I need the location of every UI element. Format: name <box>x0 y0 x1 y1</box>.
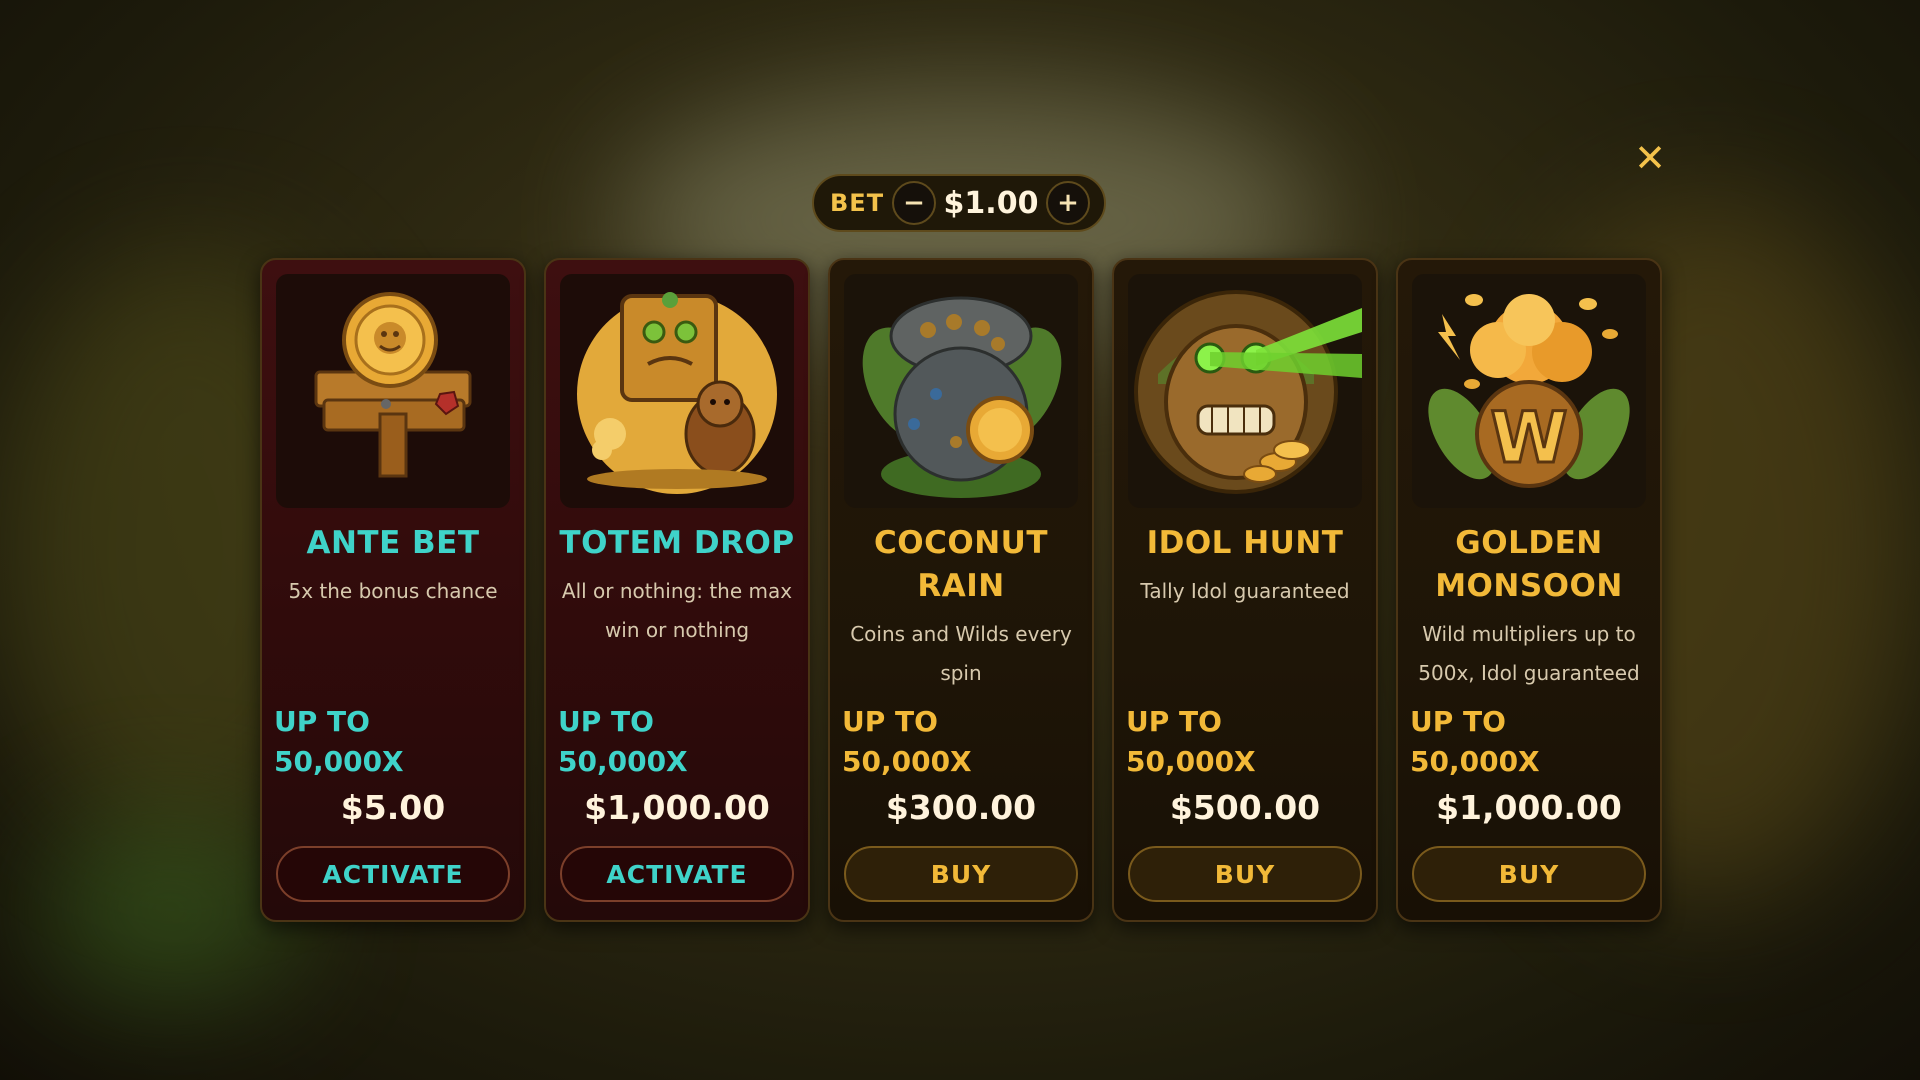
card-description: 5x the bonus chance <box>288 579 498 603</box>
card-max-win: UP TO 50,000X <box>1126 702 1256 782</box>
minus-icon: − <box>903 188 925 218</box>
plus-icon: + <box>1057 188 1079 218</box>
up-to-label: UP TO <box>1410 705 1506 738</box>
card-title-line: GOLDEN <box>1455 525 1603 561</box>
card-title: COCONUT RAIN <box>830 522 1092 608</box>
buy-button[interactable]: BUY <box>1412 846 1646 902</box>
feature-card-idol-hunt: IDOL HUNT Tally Idol guaranteed UP TO 50… <box>1112 258 1378 922</box>
coconut-rain-cloud-icon <box>844 274 1078 508</box>
card-max-win: UP TO 50,000X <box>842 702 972 782</box>
multiplier-value: 50,000X <box>842 745 972 778</box>
idol-laser-eyes-icon <box>1128 274 1362 508</box>
card-title-line: MONSOON <box>1435 568 1623 604</box>
totem-monkey-icon <box>560 274 794 508</box>
card-title-line: COCONUT <box>874 525 1048 561</box>
up-to-label: UP TO <box>558 705 654 738</box>
bet-value: $1.00 <box>943 185 1039 221</box>
multiplier-value: 50,000X <box>1126 745 1256 778</box>
increase-bet-button[interactable]: + <box>1046 181 1090 225</box>
close-icon: ✕ <box>1634 136 1666 180</box>
multiplier-value: 50,000X <box>1410 745 1540 778</box>
card-price: $300.00 <box>885 788 1037 827</box>
multiplier-value: 50,000X <box>274 745 404 778</box>
card-price: $1,000.00 <box>584 788 770 827</box>
card-price: $5.00 <box>340 788 446 827</box>
golden-monsoon-wild-icon: W <box>1412 274 1646 508</box>
feature-card-totem-drop: TOTEM DROP All or nothing: the max win o… <box>544 258 810 922</box>
decrease-bet-button[interactable]: − <box>892 181 936 225</box>
card-description: Wild multipliers up to 500x, Idol guaran… <box>1418 622 1640 685</box>
bet-label: BET <box>830 189 885 217</box>
card-title: GOLDEN MONSOON <box>1398 522 1660 608</box>
close-button[interactable]: ✕ <box>1630 136 1670 180</box>
up-to-label: UP TO <box>842 705 938 738</box>
card-max-win: UP TO 50,000X <box>274 702 404 782</box>
buy-button[interactable]: BUY <box>844 846 1078 902</box>
ante-bet-coin-sign-icon <box>276 274 510 508</box>
card-title: TOTEM DROP <box>559 525 795 561</box>
card-description: Tally Idol guaranteed <box>1140 579 1350 603</box>
card-description: Coins and Wilds every spin <box>850 622 1072 685</box>
multiplier-value: 50,000X <box>558 745 688 778</box>
feature-card-ante-bet: ANTE BET 5x the bonus chance UP TO 50,00… <box>260 258 526 922</box>
svg-text:W: W <box>1490 397 1567 479</box>
card-title: IDOL HUNT <box>1146 525 1344 561</box>
feature-card-golden-monsoon: W GOLDEN MONSOON Wild multipliers up to … <box>1396 258 1662 922</box>
card-title: ANTE BET <box>306 525 480 561</box>
bet-selector: BET − $1.00 + <box>812 174 1106 232</box>
card-price: $1,000.00 <box>1436 788 1622 827</box>
card-max-win: UP TO 50,000X <box>558 702 688 782</box>
activate-button[interactable]: ACTIVATE <box>276 846 510 902</box>
up-to-label: UP TO <box>274 705 370 738</box>
activate-button[interactable]: ACTIVATE <box>560 846 794 902</box>
card-max-win: UP TO 50,000X <box>1410 702 1540 782</box>
card-description: All or nothing: the max win or nothing <box>561 579 793 642</box>
buy-button[interactable]: BUY <box>1128 846 1362 902</box>
up-to-label: UP TO <box>1126 705 1222 738</box>
card-title-line: RAIN <box>917 568 1005 604</box>
card-price: $500.00 <box>1169 788 1321 827</box>
feature-card-coconut-rain: COCONUT RAIN Coins and Wilds every spin … <box>828 258 1094 922</box>
